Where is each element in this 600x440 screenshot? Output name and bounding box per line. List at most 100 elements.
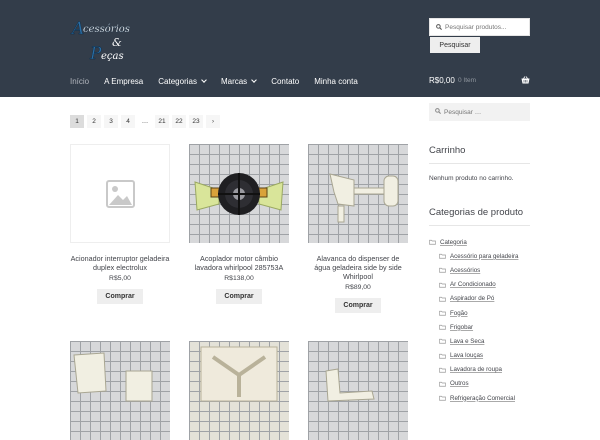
- nav-item-a-empresa[interactable]: A Empresa: [104, 77, 143, 86]
- product-photo: [325, 368, 375, 402]
- next-page-button[interactable]: ›: [206, 115, 220, 128]
- nav-item-minha-conta[interactable]: Minha conta: [314, 77, 358, 86]
- nav-item-inicio[interactable]: Início: [70, 77, 89, 86]
- category-label: Categoria: [440, 238, 467, 246]
- main-nav: Início A Empresa Categorias Marcas Conta…: [70, 74, 373, 88]
- divider: [429, 225, 530, 226]
- sidebar-search-input[interactable]: [444, 103, 528, 121]
- product-image[interactable]: [70, 341, 170, 440]
- nav-item-marcas[interactable]: Marcas: [220, 76, 258, 86]
- add-to-cart-button[interactable]: Comprar: [335, 298, 381, 313]
- category-list: Categoria Acessório para geladeira Acess…: [429, 235, 539, 405]
- category-label: Refrigeração Comercial: [450, 394, 515, 402]
- folder-icon: [439, 339, 446, 344]
- category-item[interactable]: Ar Condicionado: [429, 278, 539, 292]
- category-item[interactable]: Lavadora de roupa: [429, 363, 539, 377]
- site-header: A cessórios & P eças Pesquisar Início A …: [0, 0, 600, 97]
- category-label: Frigobar: [450, 323, 474, 331]
- category-item[interactable]: Acessórios: [429, 263, 539, 277]
- pagination: 1 2 3 4 … 21 22 23 ›: [70, 115, 223, 128]
- site-logo[interactable]: A cessórios & P eças: [68, 14, 164, 66]
- cart-total[interactable]: R$0,00: [429, 76, 455, 85]
- category-label: Outros: [450, 380, 469, 388]
- category-item[interactable]: Refrigeração Comercial: [429, 391, 539, 405]
- folder-icon: [439, 396, 446, 401]
- category-item[interactable]: Aspirador de Pó: [429, 292, 539, 306]
- product-image[interactable]: [189, 144, 289, 243]
- svg-text:cessórios: cessórios: [83, 24, 130, 35]
- page-2[interactable]: 2: [87, 115, 101, 128]
- folder-icon: [439, 268, 446, 274]
- add-to-cart-button[interactable]: Comprar: [97, 289, 143, 304]
- search-button[interactable]: Pesquisar: [430, 37, 480, 53]
- product-price: R$89,00: [345, 284, 371, 291]
- chevron-down-icon: [251, 76, 258, 83]
- product-title[interactable]: Acionador interruptor geladeira duplex e…: [70, 254, 170, 272]
- category-item[interactable]: Outros: [429, 377, 539, 391]
- nav-label: Categorias: [158, 76, 197, 86]
- category-item[interactable]: Fogão: [429, 306, 539, 320]
- folder-icon: [439, 381, 446, 387]
- product-image[interactable]: [189, 341, 289, 440]
- nav-label: Marcas: [220, 76, 248, 86]
- chevron-down-icon: [201, 76, 207, 83]
- product-title[interactable]: Alavanca do dispenser de água geladeira …: [308, 254, 408, 281]
- category-label: Lavadora de roupa: [450, 366, 502, 374]
- category-item[interactable]: Lava e Seca: [429, 334, 539, 348]
- product-price: R$138,00: [224, 275, 254, 282]
- cart-empty-message: Nenhum produto no carrinho.: [429, 175, 514, 182]
- image-placeholder-icon: [106, 180, 135, 208]
- folder-icon: [439, 367, 446, 373]
- sidebar-search-box: [429, 103, 530, 121]
- category-label: Lava e Seca: [450, 337, 485, 345]
- product-search-input[interactable]: [445, 19, 529, 35]
- page-22[interactable]: 22: [172, 115, 186, 128]
- product-card: [189, 341, 289, 440]
- nav-label: Minha conta: [314, 76, 358, 86]
- page-ellipsis: …: [141, 118, 149, 125]
- nav-label: Início: [70, 76, 90, 86]
- nav-item-categorias[interactable]: Categorias: [158, 76, 207, 86]
- nav-item-contato[interactable]: Contato: [271, 77, 299, 86]
- category-item[interactable]: Categoria: [429, 235, 539, 249]
- svg-text:eças: eças: [101, 51, 124, 62]
- nav-label: A Empresa: [104, 76, 144, 86]
- coupler-photo: [194, 173, 284, 215]
- page-23[interactable]: 23: [189, 115, 203, 128]
- page-1[interactable]: 1: [70, 115, 84, 128]
- search-icon: [436, 24, 442, 30]
- product-image[interactable]: [308, 144, 408, 243]
- cart-widget-title: Carrinho: [429, 145, 466, 156]
- category-label: Ar Condicionado: [450, 281, 496, 289]
- search-icon: [435, 108, 441, 114]
- category-item[interactable]: Acessório para geladeira: [429, 249, 539, 263]
- product-card: Alavanca do dispenser de água geladeira …: [308, 144, 408, 313]
- nav-label: Contato: [271, 76, 300, 86]
- folder-icon: [439, 310, 446, 316]
- category-item[interactable]: Lava louças: [429, 349, 539, 363]
- folder-icon: [439, 282, 446, 288]
- product-card: Acionador interruptor geladeira duplex e…: [70, 144, 170, 304]
- product-card: [308, 341, 408, 440]
- cart-item-count[interactable]: 0 Item: [458, 77, 476, 84]
- add-to-cart-button[interactable]: Comprar: [216, 289, 262, 304]
- category-label: Acessório para geladeira: [450, 252, 519, 260]
- category-label: Aspirador de Pó: [450, 295, 495, 303]
- basket-icon[interactable]: [521, 76, 530, 84]
- folder-icon: [439, 353, 446, 359]
- folder-icon: [439, 254, 446, 259]
- product-photo: [200, 346, 278, 402]
- page-3[interactable]: 3: [104, 115, 118, 128]
- product-card: [70, 341, 170, 440]
- page-21[interactable]: 21: [155, 115, 169, 128]
- product-title[interactable]: Acoplador motor câmbio lavadora whirlpoo…: [189, 254, 289, 272]
- page-4[interactable]: 4: [121, 115, 135, 128]
- product-image[interactable]: [70, 144, 170, 243]
- product-image[interactable]: [308, 341, 408, 440]
- svg-text:&: &: [112, 36, 122, 49]
- category-item[interactable]: Frigobar: [429, 320, 539, 334]
- lever-photo: [329, 173, 399, 223]
- product-search-box: [429, 18, 530, 36]
- folder-icon: [439, 325, 446, 330]
- category-label: Fogão: [450, 309, 468, 317]
